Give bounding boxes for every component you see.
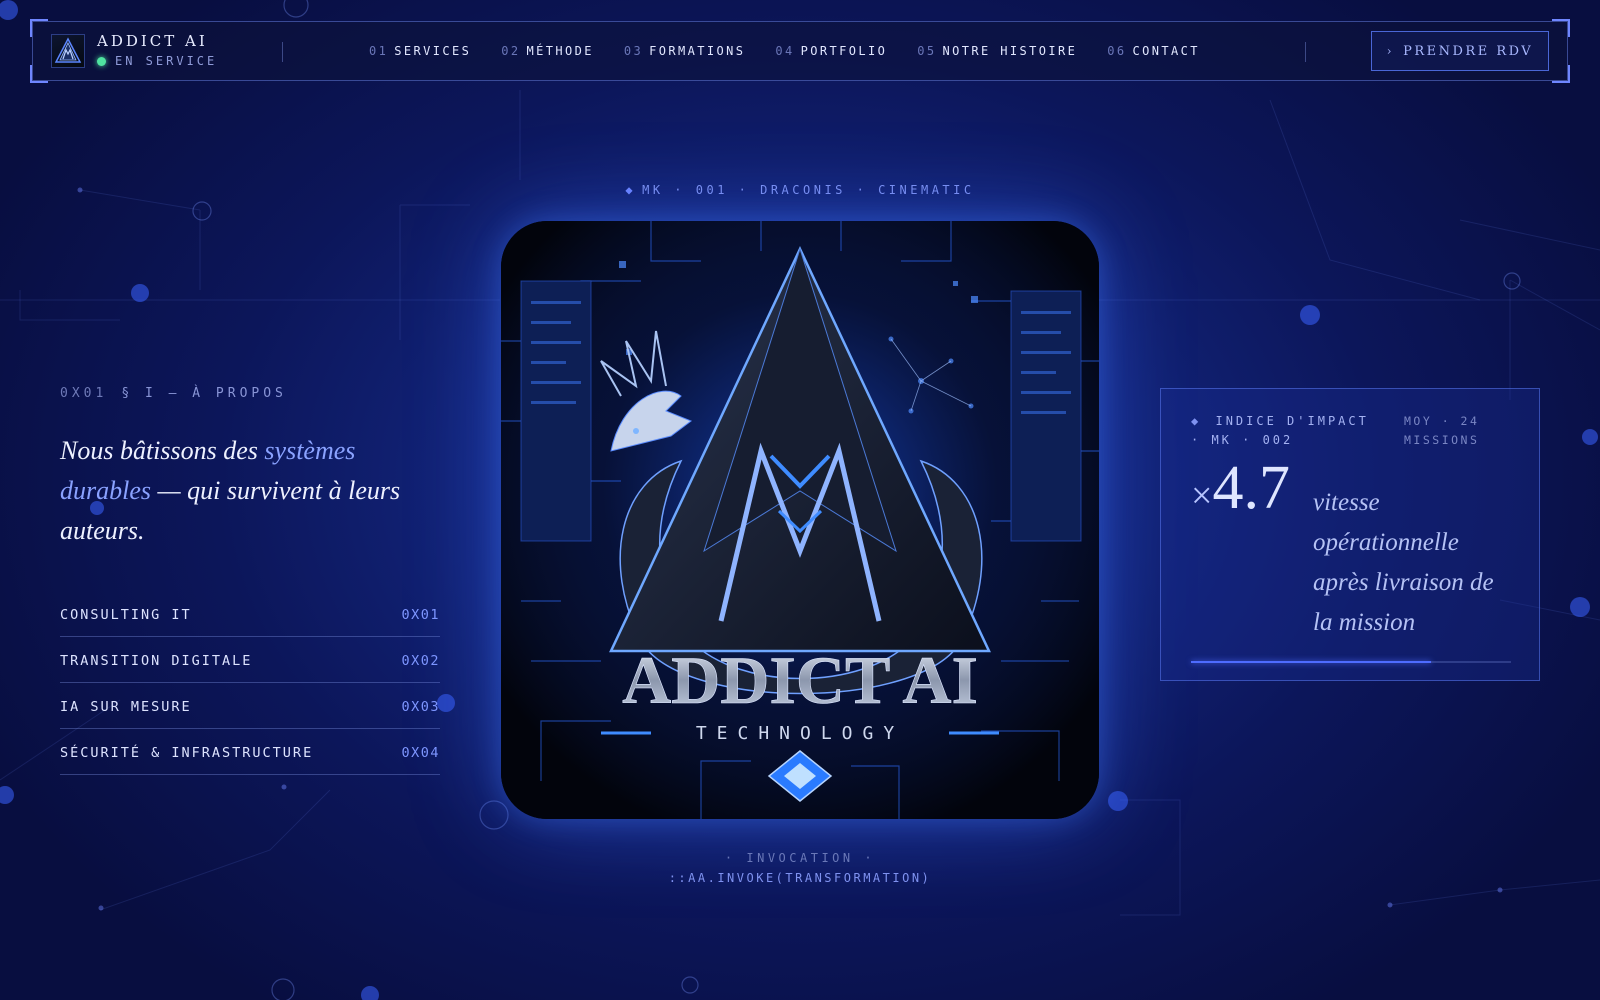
quote-text: Nous bâtissons des bbox=[60, 436, 265, 465]
hero-artwork: ADDICT AI TECHNOLOGY bbox=[501, 221, 1099, 819]
nav-label: NOTRE HISTOIRE bbox=[942, 44, 1078, 58]
nav-number: 02 bbox=[501, 44, 521, 58]
multiplier-symbol: × bbox=[1191, 475, 1213, 517]
service-name: CONSULTING IT bbox=[60, 606, 192, 623]
nav-label: MÉTHODE bbox=[526, 44, 594, 58]
nav-number: 01 bbox=[369, 44, 389, 58]
service-item-consulting[interactable]: CONSULTING IT 0X01 bbox=[60, 591, 440, 637]
service-code: 0X03 bbox=[401, 698, 440, 715]
nav-label: PORTFOLIO bbox=[800, 44, 888, 58]
invocation-code: ::AA.INVOKE(TRANSFORMATION) bbox=[668, 871, 932, 885]
status-text: EN SERVICE bbox=[115, 54, 218, 68]
divider bbox=[1305, 42, 1306, 62]
brand-block: ADDICT AI EN SERVICE bbox=[97, 32, 217, 68]
impact-progress-fill bbox=[1191, 661, 1431, 663]
impact-heading: ◆ INDICE D'IMPACT · MK · 002 bbox=[1191, 412, 1369, 450]
frame-corner bbox=[30, 19, 48, 37]
impact-meta: MOY · 24 MISSIONS bbox=[1404, 412, 1479, 450]
cta-label: PRENDRE RDV bbox=[1403, 43, 1534, 59]
nav-item-formations[interactable]: 03 FORMATIONS bbox=[624, 44, 746, 58]
section-title: § I — À PROPOS bbox=[121, 386, 287, 401]
caption-text: MK · 001 · DRACONIS · CINEMATIC bbox=[642, 183, 975, 197]
artwork-caption: ◆ MK · 001 · DRACONIS · CINEMATIC bbox=[0, 183, 1600, 197]
mission-statement: Nous bâtissons des systèmes durables — q… bbox=[60, 431, 440, 551]
impact-card: ◆ INDICE D'IMPACT · MK · 002 MOY · 24 MI… bbox=[1160, 388, 1540, 681]
impact-progress-bar bbox=[1191, 661, 1511, 663]
nav-item-portfolio[interactable]: 04 PORTFOLIO bbox=[775, 44, 887, 58]
nav-item-methode[interactable]: 02 MÉTHODE bbox=[501, 44, 594, 58]
status-online-icon bbox=[97, 56, 106, 66]
service-code: 0X02 bbox=[401, 652, 440, 669]
nav-item-services[interactable]: 01 SERVICES bbox=[369, 44, 471, 58]
book-appointment-button[interactable]: › PRENDRE RDV bbox=[1371, 31, 1549, 71]
service-item-securite[interactable]: SÉCURITÉ & INFRASTRUCTURE 0X04 bbox=[60, 729, 440, 775]
impact-value: 4.7 bbox=[1212, 454, 1290, 522]
nav-label: FORMATIONS bbox=[649, 44, 746, 58]
brand-name: ADDICT AI bbox=[97, 32, 208, 50]
service-item-ia[interactable]: IA SUR MESURE 0X03 bbox=[60, 683, 440, 729]
impact-metric: ×4.7 bbox=[1191, 453, 1290, 524]
artwork-title: ADDICT AI bbox=[622, 642, 978, 718]
main-nav: 01 SERVICES 02 MÉTHODE 03 FORMATIONS 04 PORT… bbox=[369, 22, 1230, 80]
invocation-block: · INVOCATION · ::AA.INVOKE(TRANSFORMATIO… bbox=[0, 851, 1600, 885]
services-list: CONSULTING IT 0X01 TRANSITION DIGITALE 0… bbox=[60, 591, 440, 775]
impact-code: · MK · 002 bbox=[1191, 433, 1294, 447]
about-section: 0X01 § I — À PROPOS Nous bâtissons des sy… bbox=[60, 386, 440, 775]
nav-label: CONTACT bbox=[1132, 44, 1200, 58]
chevron-right-icon: › bbox=[1386, 44, 1395, 58]
section-heading: 0X01 § I — À PROPOS bbox=[60, 386, 440, 401]
nav-number: 04 bbox=[775, 44, 795, 58]
impact-title: INDICE D'IMPACT bbox=[1215, 414, 1369, 428]
invocation-label: · INVOCATION · bbox=[724, 851, 876, 865]
service-item-transition[interactable]: TRANSITION DIGITALE 0X02 bbox=[60, 637, 440, 683]
nav-number: 06 bbox=[1107, 44, 1127, 58]
impact-meta-line: MISSIONS bbox=[1404, 433, 1480, 447]
impact-description: vitesse opérationnelle après livraison d… bbox=[1313, 489, 1494, 636]
diamond-icon: ◆ bbox=[1191, 414, 1202, 428]
nav-number: 03 bbox=[623, 44, 644, 58]
section-number: 0X01 bbox=[60, 386, 108, 401]
impact-meta-line: MOY · 24 bbox=[1404, 414, 1480, 428]
service-status: EN SERVICE bbox=[97, 54, 217, 68]
service-name: IA SUR MESURE bbox=[60, 698, 192, 715]
nav-label: SERVICES bbox=[394, 44, 472, 58]
nav-number: 05 bbox=[917, 44, 937, 58]
diamond-icon: ◆ bbox=[625, 183, 637, 197]
top-navigation-bar: ADDICT AI EN SERVICE 01 SERVICES 02 MÉTHOD… bbox=[30, 19, 1570, 83]
divider bbox=[282, 42, 283, 62]
service-name: TRANSITION DIGITALE bbox=[60, 652, 253, 669]
artwork-subtitle: TECHNOLOGY bbox=[696, 723, 904, 744]
frame-corner bbox=[1552, 19, 1570, 37]
service-name: SÉCURITÉ & INFRASTRUCTURE bbox=[60, 744, 314, 761]
service-code: 0X01 bbox=[401, 606, 440, 623]
service-code: 0X04 bbox=[401, 744, 440, 761]
brand-logo-icon[interactable] bbox=[51, 34, 85, 68]
frame-corner bbox=[1552, 65, 1570, 83]
nav-item-notre-histoire[interactable]: 05 NOTRE HISTOIRE bbox=[917, 44, 1077, 58]
nav-item-contact[interactable]: 06 CONTACT bbox=[1107, 44, 1200, 58]
frame-corner bbox=[30, 65, 48, 83]
